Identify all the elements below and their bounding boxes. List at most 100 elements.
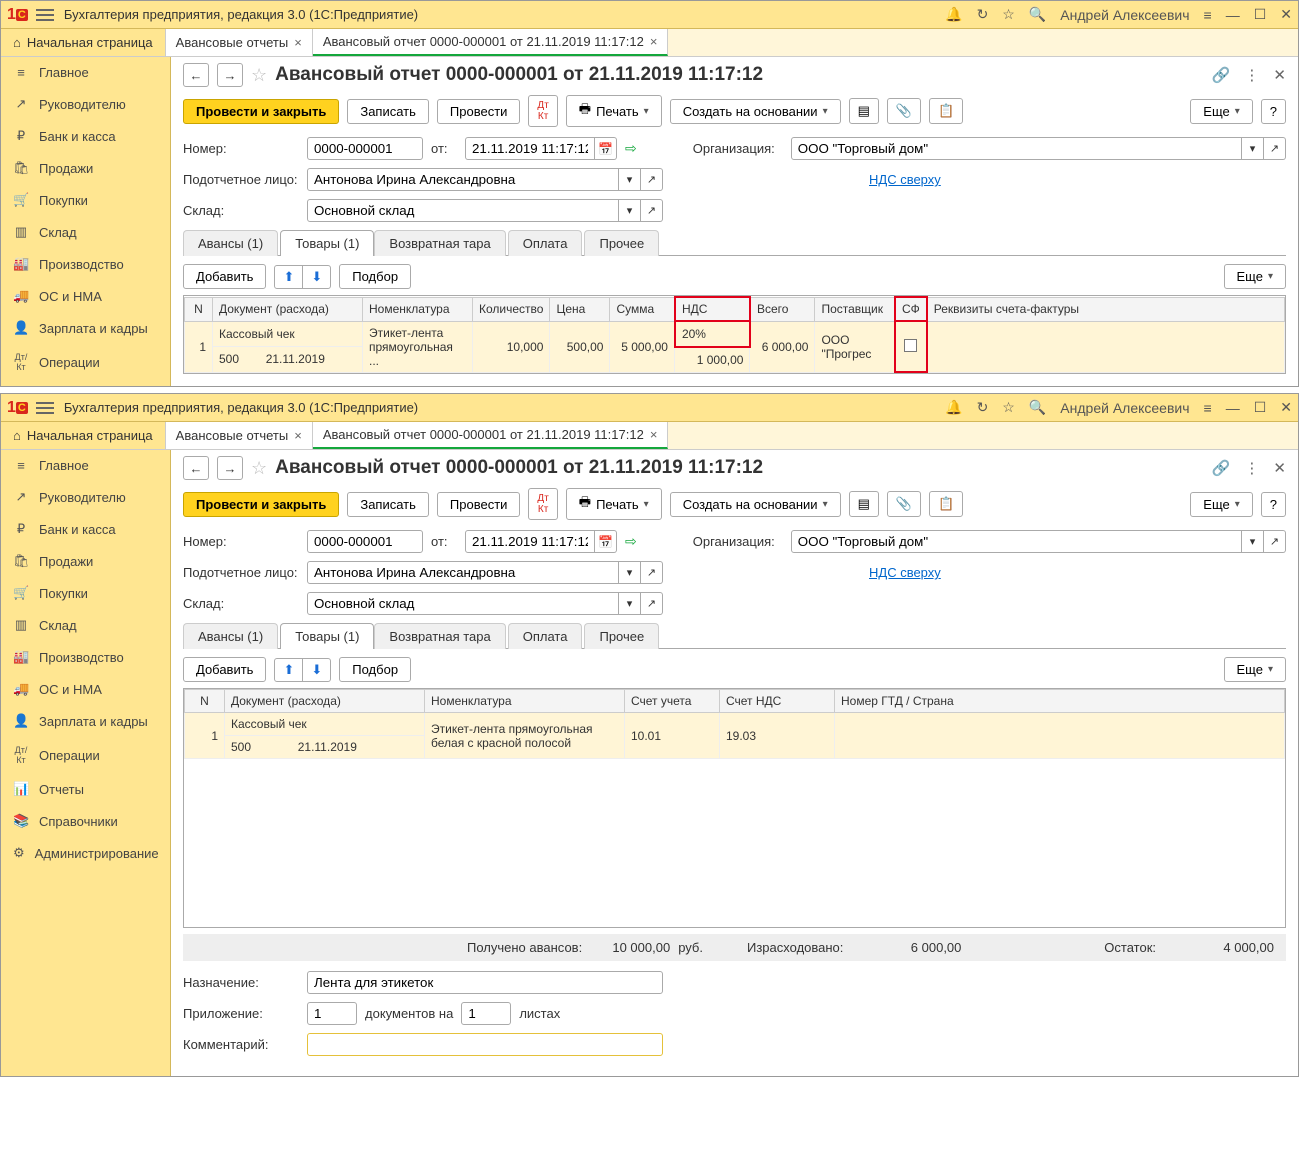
cell-price[interactable]: 500,00 [550,321,610,372]
post-and-close-button[interactable]: Провести и закрыть [183,99,339,124]
cell-vat-sum[interactable]: 1 000,00 [675,347,750,372]
th-vat[interactable]: НДС [675,297,750,321]
close-icon[interactable]: ✕ [1273,459,1286,477]
settings-icon[interactable]: ≡ [1204,400,1212,416]
bell-icon[interactable]: 🔔 [945,399,962,416]
sidebar-item-admin[interactable]: ⚙Администрирование [1,837,170,869]
minimize-icon[interactable]: — [1226,7,1240,23]
sidebar-item-bank[interactable]: ₽Банк и касса [1,120,170,152]
date-field[interactable] [465,137,595,160]
post-and-close-button[interactable]: Провести и закрыть [183,492,339,517]
org-field[interactable] [791,530,1242,553]
th-nomen[interactable]: Номенклатура [425,690,625,713]
favorite-icon[interactable]: ☆ [251,65,267,86]
sidebar-item-salary[interactable]: 👤Зарплата и кадры [1,312,170,344]
close-window-icon[interactable]: ✕ [1280,6,1292,23]
number-field[interactable] [307,530,423,553]
tab-returnable[interactable]: Возвратная тара [374,623,505,649]
sidebar-item-sales[interactable]: 🛍Продажи [1,152,170,184]
tab-other[interactable]: Прочее [584,623,659,649]
sub-more-button[interactable]: Еще [1224,657,1286,682]
help-button[interactable]: ? [1261,492,1286,517]
related-button[interactable]: ▤ [849,98,879,124]
sidebar-item-purchases[interactable]: 🛒Покупки [1,577,170,609]
sidebar-item-assets[interactable]: 🚚ОС и НМА [1,280,170,312]
purpose-field[interactable] [307,971,663,994]
th-vat-account[interactable]: Счет НДС [720,690,835,713]
arrow-down-icon[interactable]: ⬇ [303,659,330,681]
post-button[interactable]: Провести [437,99,521,124]
close-icon[interactable]: × [294,35,302,50]
cell-total[interactable]: 6 000,00 [750,321,815,372]
th-gtd[interactable]: Номер ГТД / Страна [835,690,1285,713]
more-button[interactable]: Еще [1190,492,1252,517]
th-doc[interactable]: Документ (расхода) [213,297,363,321]
vat-link[interactable]: НДС сверху [869,172,941,187]
person-field[interactable] [307,168,619,191]
post-button[interactable]: Провести [437,492,521,517]
arrow-down-icon[interactable]: ⬇ [303,266,330,288]
calendar-icon[interactable] [595,530,617,553]
cell-nomen[interactable]: Этикет-лента прямоугольная ... [363,321,473,372]
th-requisites[interactable]: Реквизиты счета-фактуры [927,297,1285,321]
sidebar-item-operations[interactable]: Дт/КтОперации [1,344,170,380]
cell-doc-bottom[interactable]: 500 21.11.2019 [213,347,363,372]
cell-doc-bottom[interactable]: 500 21.11.2019 [225,736,425,759]
tab-advances[interactable]: Авансы (1) [183,230,278,256]
th-nomen[interactable]: Номенклатура [363,297,473,321]
favorite-icon[interactable]: ☆ [251,458,267,479]
tab-other[interactable]: Прочее [584,230,659,256]
tab-home[interactable]: ⌂ Начальная страница [1,29,166,56]
org-field[interactable] [791,137,1242,160]
sidebar-item-production[interactable]: 🏭Производство [1,248,170,280]
minimize-icon[interactable]: — [1226,400,1240,416]
more-vert-icon[interactable]: ⋮ [1244,459,1259,477]
sidebar-item-operations[interactable]: Дт/КтОперации [1,737,170,773]
sidebar-item-bank[interactable]: ₽Банк и касса [1,513,170,545]
print-button[interactable]: 🖶Печать [566,95,662,127]
table-row[interactable]: 1 Кассовый чек Этикет-лента прямоугольна… [185,713,1285,736]
search-icon[interactable]: 🔍 [1029,6,1046,23]
sidebar-item-assets[interactable]: 🚚ОС и НМА [1,673,170,705]
history-icon[interactable]: ↻ [977,6,989,23]
cell-qty[interactable]: 10,000 [473,321,550,372]
th-total[interactable]: Всего [750,297,815,321]
cell-doc-top[interactable]: Кассовый чек [213,321,363,347]
create-basis-button[interactable]: Создать на основании [670,99,841,124]
th-sf[interactable]: СФ [895,297,927,321]
cell-vat-rate[interactable]: 20% [675,321,750,347]
attach-button[interactable]: 📎 [887,98,921,124]
sidebar-item-manager[interactable]: ↗Руководителю [1,88,170,120]
th-account[interactable]: Счет учета [625,690,720,713]
tab-goods[interactable]: Товары (1) [280,623,374,649]
open-icon[interactable]: ↗ [1264,530,1286,553]
calendar-icon[interactable] [595,137,617,160]
nav-forward-button[interactable]: → [217,63,243,87]
doc-status-icon[interactable]: ⇨ [625,140,637,157]
tab-payment[interactable]: Оплата [508,623,583,649]
nav-back-button[interactable]: ← [183,456,209,480]
cell-n[interactable]: 1 [185,321,213,372]
link-icon[interactable]: 🔗 [1212,459,1231,477]
tab-document[interactable]: Авансовый отчет 0000-000001 от 21.11.201… [313,29,669,56]
more-button[interactable]: Еще [1190,99,1252,124]
th-sum[interactable]: Сумма [610,297,675,321]
tab-list[interactable]: Авансовые отчеты × [166,29,313,56]
close-icon[interactable]: × [650,34,658,49]
add-button[interactable]: Добавить [183,657,266,682]
sidebar-item-main[interactable]: ≡Главное [1,450,170,481]
nav-back-button[interactable]: ← [183,63,209,87]
date-field[interactable] [465,530,595,553]
maximize-icon[interactable]: ☐ [1254,6,1267,23]
cell-sf[interactable] [895,321,927,372]
nav-forward-button[interactable]: → [217,456,243,480]
menu-icon[interactable] [36,399,54,417]
dropdown-icon[interactable]: ▾ [619,168,641,191]
arrow-up-icon[interactable]: ⬆ [275,659,303,681]
th-n[interactable]: N [185,297,213,321]
settings-icon[interactable]: ≡ [1204,7,1212,23]
open-icon[interactable]: ↗ [641,592,663,615]
cell-sum[interactable]: 5 000,00 [610,321,675,372]
open-icon[interactable]: ↗ [641,199,663,222]
sf-checkbox[interactable] [904,339,917,352]
